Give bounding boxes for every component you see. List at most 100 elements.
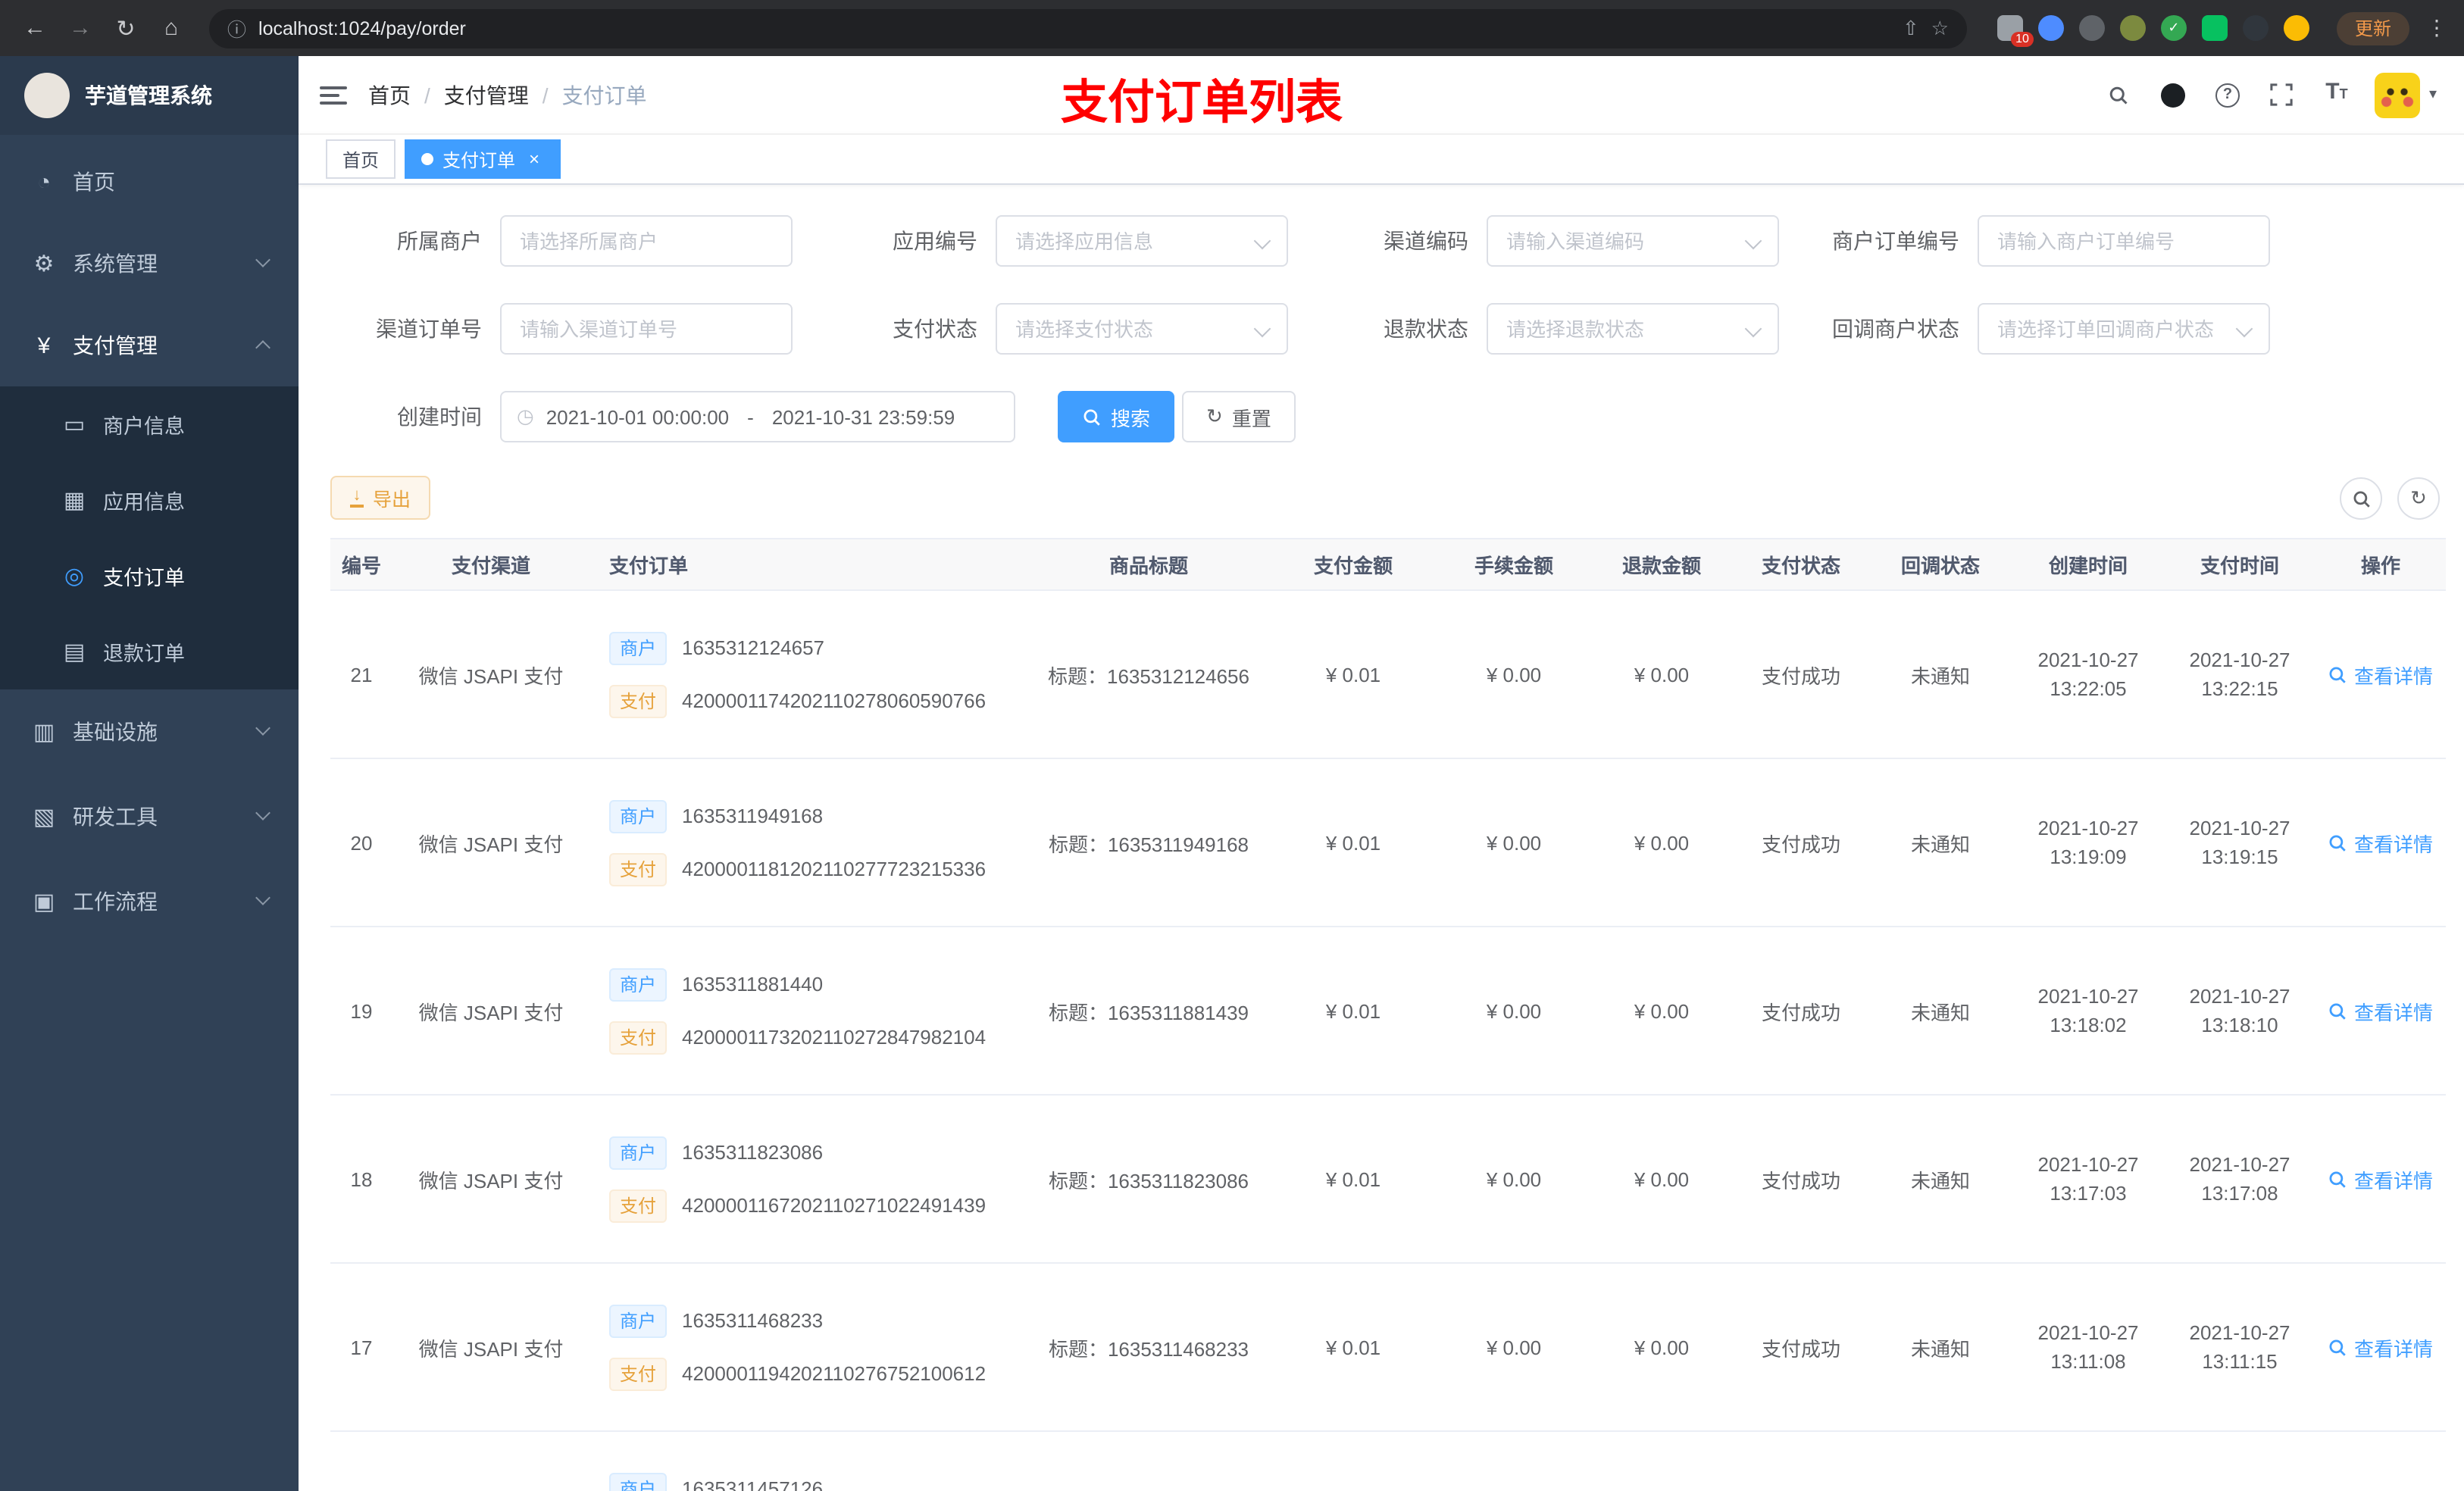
browser-forward-icon[interactable]: → [61, 8, 100, 48]
merchant-select-input[interactable] [502, 230, 791, 252]
help-icon[interactable]: ? [2211, 78, 2244, 111]
refund-status-input[interactable] [1488, 317, 1778, 340]
notify-status-select[interactable] [1978, 303, 2270, 355]
view-detail-link[interactable]: 查看详情 [2328, 996, 2433, 1025]
cell-channel: 微信 JSAPI 支付 [418, 1337, 564, 1360]
merchant-order-no: 1635311881440 [682, 973, 824, 996]
sidebar-item-devtools[interactable]: ▧ 研发工具 [0, 774, 299, 859]
gear-icon: ⚙ [33, 252, 55, 277]
merchant-tag: 商户 [609, 1304, 668, 1337]
sidebar-item-home[interactable]: ◔ 首页 [0, 141, 299, 223]
sidebar-item-label: 支付管理 [73, 333, 158, 358]
share-icon[interactable]: ⇧ [1903, 16, 1919, 40]
address-bar[interactable]: ⓘ localhost:1024/pay/order ⇧ ☆ [209, 8, 1967, 48]
grid-icon: ▦ [63, 488, 86, 514]
browser-home-icon[interactable]: ⌂ [152, 8, 191, 48]
channel-order-no-field[interactable] [500, 303, 793, 355]
pay-status-select[interactable] [996, 303, 1288, 355]
view-detail-link[interactable]: 查看详情 [2328, 1333, 2433, 1361]
sidebar-item-refund-order[interactable]: ▤ 退款订单 [0, 614, 299, 689]
tab-home[interactable]: 首页 [326, 139, 396, 179]
sidebar-item-workflow[interactable]: ▣ 工作流程 [0, 859, 299, 944]
extension-pin-icon[interactable] [2242, 15, 2269, 41]
cell-create-time: 2021-10-27 13:18:02 [2037, 985, 2139, 1036]
date-range-picker[interactable]: ◷ 2021-10-01 00:00:00 - 2021-10-31 23:59… [500, 391, 1015, 442]
browser-reload-icon[interactable]: ↻ [106, 8, 145, 48]
refresh-table-icon[interactable]: ↻ [2397, 477, 2440, 520]
main-content: 所属商户 应用编号 渠道编码 商户订单编号 [299, 185, 2464, 1491]
extension-drop-icon[interactable] [2037, 15, 2064, 41]
cell-amount: ¥ 0.01 [1325, 831, 1381, 854]
tab-pay-order[interactable]: 支付订单 × [405, 139, 561, 179]
user-avatar[interactable] [2374, 72, 2420, 117]
cell-pay-order: 商户1635311457126 支付 [589, 1432, 1029, 1491]
site-info-icon[interactable]: ⓘ [227, 14, 246, 42]
merchant-order-no: 1635311949168 [682, 805, 824, 827]
browser-update-button[interactable]: 更新 [2336, 11, 2409, 45]
search-button[interactable]: 搜索 [1058, 391, 1175, 442]
browser-profile-avatar[interactable] [2283, 15, 2309, 41]
channel-code-select[interactable] [1487, 215, 1779, 267]
sidebar-item-label: 商户信息 [103, 415, 185, 438]
view-detail-link[interactable]: 查看详情 [2328, 660, 2433, 689]
view-detail-link[interactable]: 查看详情 [2328, 828, 2433, 857]
avatar-caret-icon[interactable]: ▾ [2429, 86, 2437, 103]
search-icon[interactable] [2102, 78, 2135, 111]
filter-label: 渠道订单号 [376, 317, 482, 341]
breadcrumb-payment[interactable]: 支付管理 [444, 80, 529, 110]
merchant-tag: 商户 [609, 967, 668, 1001]
export-button[interactable]: ↓ 导出 [330, 476, 431, 520]
fullscreen-icon[interactable] [2265, 78, 2299, 111]
table-header: 编号 支付渠道 支付订单 商品标题 支付金额 手续金额 退款金额 支付状态 回调… [330, 538, 2446, 591]
tab-close-icon[interactable]: × [524, 148, 544, 170]
browser-menu-icon[interactable]: ⋮ [2425, 15, 2449, 41]
sidebar-item-merchant-info[interactable]: ▭ 商户信息 [0, 386, 299, 462]
filter-merchant: 所属商户 [330, 215, 793, 267]
cell-channel: 微信 JSAPI 支付 [418, 664, 564, 687]
sidebar-item-label: 首页 [73, 170, 115, 194]
app-select[interactable] [996, 215, 1288, 267]
cell-refund: ¥ 0.00 [1634, 1167, 1690, 1190]
github-icon[interactable] [2156, 78, 2190, 111]
extension-check-icon[interactable]: ✓ [2160, 15, 2187, 41]
font-size-icon[interactable]: TT [2320, 78, 2353, 111]
sidebar-item-pay-order[interactable]: ◎ 支付订单 [0, 538, 299, 614]
dashboard-icon: ◔ [36, 169, 52, 195]
cell-fee: ¥ 0.00 [1486, 1336, 1542, 1358]
extension-dark-icon[interactable] [2078, 15, 2105, 41]
breadcrumb: 首页 / 支付管理 / 支付订单 [368, 80, 647, 110]
toggle-search-icon[interactable] [2340, 477, 2382, 520]
notify-status-input[interactable] [1979, 317, 2269, 340]
sidebar-toggle-icon[interactable] [320, 86, 347, 104]
reset-button[interactable]: ↻ 重置 [1182, 391, 1296, 442]
merchant-order-no-field[interactable] [1978, 215, 2270, 267]
refund-status-select[interactable] [1487, 303, 1779, 355]
channel-code-input[interactable] [1488, 230, 1778, 252]
cell-notify: 未通知 [1910, 1001, 1970, 1024]
merchant-order-no-input[interactable] [1979, 230, 2269, 252]
extension-olive-icon[interactable] [2119, 15, 2146, 41]
breadcrumb-current: 支付订单 [561, 83, 647, 107]
channel-order-no-input[interactable] [502, 317, 791, 340]
sidebar-item-payment[interactable]: ¥ 支付管理 [0, 305, 299, 386]
chevron-up-icon [255, 340, 270, 355]
merchant-select[interactable] [500, 215, 793, 267]
sidebar-item-system[interactable]: ⚙ 系统管理 [0, 223, 299, 305]
cell-pay-time: 2021-10-27 13:18:10 [2189, 985, 2290, 1036]
column-header: 操作 [2360, 555, 2400, 577]
app-select-input[interactable] [997, 230, 1287, 252]
view-detail-link[interactable]: 查看详情 [2328, 1164, 2433, 1193]
extension-puzzle-icon[interactable]: 10 [1997, 15, 2034, 47]
cell-pay-time: 2021-10-27 13:17:08 [2189, 1153, 2290, 1205]
bookmark-star-icon[interactable]: ☆ [1931, 16, 1949, 40]
pay-status-input[interactable] [997, 317, 1287, 340]
browser-back-icon[interactable]: ← [15, 8, 55, 48]
cell-status: 支付成功 [1761, 833, 1840, 855]
cell-title: 标题：1635311949168 [1048, 833, 1249, 855]
column-header: 创建时间 [2048, 555, 2128, 577]
sidebar-item-infra[interactable]: ▥ 基础设施 [0, 689, 299, 774]
extension-chat-icon[interactable] [2201, 15, 2228, 41]
sidebar-item-app-info[interactable]: ▦ 应用信息 [0, 462, 299, 538]
pay-order-table: 编号 支付渠道 支付订单 商品标题 支付金额 手续金额 退款金额 支付状态 回调… [330, 538, 2446, 1491]
breadcrumb-home[interactable]: 首页 [368, 80, 411, 110]
